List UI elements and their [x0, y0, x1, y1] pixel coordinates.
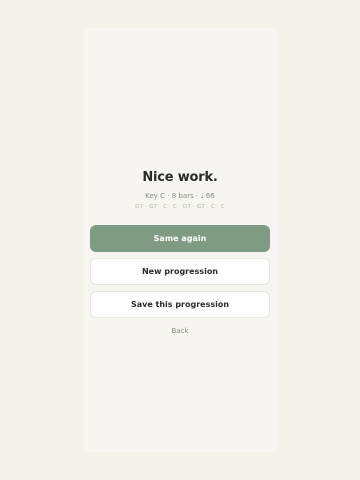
page-title: Nice work.	[142, 170, 218, 185]
new-progression-button[interactable]: New progression	[90, 258, 270, 285]
save-progression-button[interactable]: Save this progression	[90, 291, 270, 318]
chord-progression: D7 · G7 · C · C · D7 · G7 · C · C	[135, 204, 225, 210]
same-again-button[interactable]: Same again	[90, 225, 270, 252]
back-link[interactable]: Back	[0, 327, 360, 335]
session-meta: Key C · 8 bars · ♩ 66	[145, 192, 215, 200]
